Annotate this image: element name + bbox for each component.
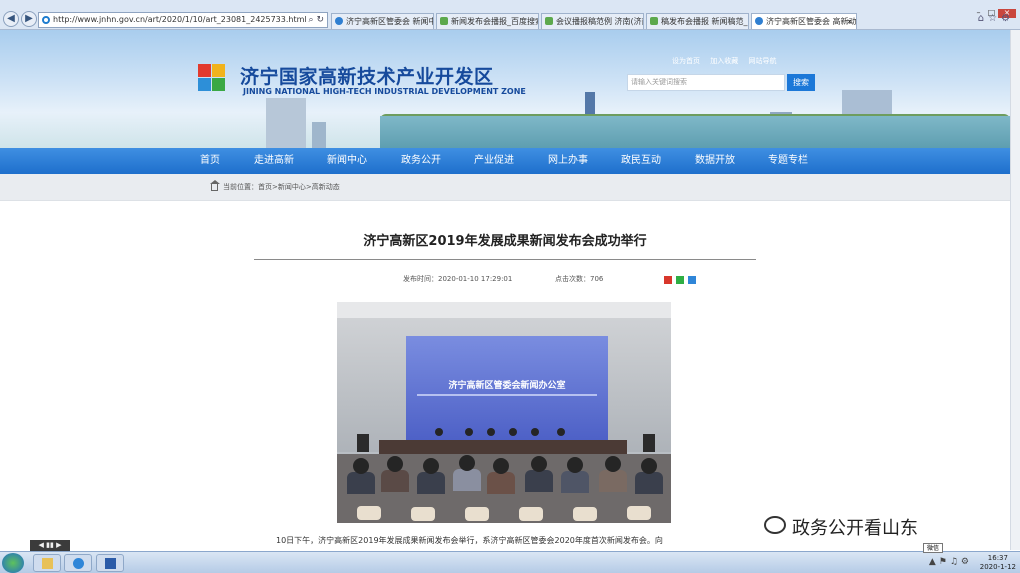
top-links: 设为首页 加入收藏 网站导航: [672, 56, 784, 66]
podium-desk: [379, 440, 627, 454]
skyline-building: [312, 122, 326, 148]
qzone-share-icon[interactable]: [688, 276, 696, 284]
star-icon[interactable]: ☆: [988, 13, 1001, 24]
add-favorite-link[interactable]: 加入收藏: [710, 57, 738, 65]
ie-icon: [73, 558, 84, 569]
set-homepage-link[interactable]: 设为首页: [672, 57, 700, 65]
wechat-share-icon[interactable]: [676, 276, 684, 284]
nav-item-industry[interactable]: 产业促进: [474, 148, 514, 174]
main-nav: 首页 走进高新 新闻中心 政务公开 产业促进 网上办事 政民互动 数据开放 专题…: [0, 148, 1010, 174]
site-map-link[interactable]: 网站导航: [748, 57, 776, 65]
title-divider: [254, 259, 756, 260]
search-button[interactable]: 搜索: [787, 74, 815, 91]
photo-screen-text: 济宁高新区管委会新闻办公室: [448, 381, 566, 391]
watermark-text: 政务公开看山东: [792, 518, 918, 539]
nav-item-data[interactable]: 数据开放: [695, 148, 735, 174]
site-title: 济宁国家高新技术产业开发区: [240, 66, 494, 88]
browser-tools: ⌂☆⚙: [978, 13, 1014, 24]
view-count: 点击次数：706: [555, 275, 604, 283]
tab-favicon-icon: [755, 17, 763, 25]
tab-label: 济宁高新区管委会 新闻中心: [346, 17, 433, 26]
breadcrumb: 当前位置：首页>新闻中心>高新动态: [0, 174, 1010, 201]
article-photo: 济宁高新区管委会新闻办公室: [337, 302, 671, 523]
clock-date: 2020-1-12: [979, 563, 1016, 571]
start-button[interactable]: [2, 553, 24, 573]
tray-icons[interactable]: ▲⚑♫⚙: [929, 557, 972, 567]
tab-label: 济宁高新区管委会 高新动...: [766, 17, 857, 26]
taskbar: ▲⚑♫⚙ 16:37 2020-1-12: [0, 551, 1020, 573]
word-icon: [105, 558, 116, 569]
address-bar[interactable]: http://www.jnhn.gov.cn/art/2020/1/10/art…: [38, 12, 328, 28]
back-button[interactable]: ◀: [3, 11, 19, 27]
publish-time: 发布时间：2020-01-10 17:29:01: [403, 275, 513, 283]
tab-favicon-icon: [650, 17, 658, 25]
desktop-window: ◀ ▶ http://www.jnhn.gov.cn/art/2020/1/10…: [0, 0, 1020, 573]
tab-close-icon[interactable]: ×: [846, 14, 853, 29]
browser-tab[interactable]: 会议播报稿范例 济南(济南)发布会...: [541, 13, 644, 29]
home-icon: [210, 180, 220, 191]
ie-icon: [42, 16, 50, 24]
home-icon[interactable]: ⌂: [978, 13, 988, 24]
tab-favicon-icon: [545, 17, 553, 25]
forward-button[interactable]: ▶: [21, 11, 37, 27]
page-scrollbar[interactable]: [1010, 30, 1020, 550]
address-text: http://www.jnhn.gov.cn/art/2020/1/10/art…: [53, 15, 307, 24]
taskbar-ie[interactable]: [64, 554, 92, 572]
article-title: 济宁高新区2019年发展成果新闻发布会成功举行: [363, 234, 647, 249]
site-title-en: JINING NATIONAL HIGH-TECH INDUSTRIAL DEV…: [243, 87, 526, 96]
skyline-building: [266, 98, 306, 148]
browser-tab[interactable]: 新闻发布会播报_百度搜索: [436, 13, 539, 29]
nav-item-services[interactable]: 网上办事: [548, 148, 588, 174]
nav-item-interaction[interactable]: 政民互动: [621, 148, 661, 174]
browser-chrome: ◀ ▶ http://www.jnhn.gov.cn/art/2020/1/10…: [0, 0, 1020, 30]
clock-time: 16:37: [987, 554, 1008, 562]
wechat-logo-icon: [764, 516, 786, 534]
taskbar-word[interactable]: [96, 554, 124, 572]
gear-icon[interactable]: ⚙: [1001, 13, 1014, 24]
tab-favicon-icon: [440, 17, 448, 25]
nav-item-topics[interactable]: 专题专栏: [768, 148, 808, 174]
lake-decoration: [380, 116, 1010, 148]
folder-icon: [42, 558, 53, 569]
browser-tab[interactable]: 济宁高新区管委会 新闻中心: [331, 13, 434, 29]
search-refresh-icon[interactable]: ⌕ ↻: [309, 13, 324, 27]
breadcrumb-text[interactable]: 当前位置：首页>新闻中心>高新动态: [223, 174, 340, 201]
tab-label: 会议播报稿范例 济南(济南)发布会...: [556, 17, 643, 26]
taskbar-explorer[interactable]: [33, 554, 61, 572]
tray-tooltip: 微信: [923, 543, 944, 553]
nav-item-news[interactable]: 新闻中心: [327, 148, 367, 174]
site-banner: 济宁国家高新技术产业开发区 JINING NATIONAL HIGH-TECH …: [0, 30, 1010, 148]
nav-item-gov[interactable]: 政务公开: [401, 148, 441, 174]
tab-label: 稿发布会播报 新闻稿范_百度搜索: [661, 17, 748, 26]
nav-item-about[interactable]: 走进高新: [254, 148, 294, 174]
window-controls: – □ ×: [972, 0, 1016, 18]
article-paragraph: 10日下午，济宁高新区2019年发展成果新闻发布会举行，系济宁高新区管委会202…: [276, 536, 663, 545]
media-controls[interactable]: ◀ ▮▮ ▶: [30, 540, 70, 551]
browser-tab-active[interactable]: 济宁高新区管委会 高新动... ×: [751, 13, 857, 29]
tab-label: 新闻发布会播报_百度搜索: [451, 17, 539, 26]
browser-tab[interactable]: 稿发布会播报 新闻稿范_百度搜索: [646, 13, 749, 29]
tab-favicon-icon: [335, 17, 343, 25]
nav-item-home[interactable]: 首页: [200, 148, 220, 174]
search-input[interactable]: 请输入关键词搜索: [627, 74, 785, 91]
weibo-share-icon[interactable]: [664, 276, 672, 284]
site-logo-icon: [198, 64, 228, 94]
tray-clock[interactable]: 16:37 2020-1-12: [980, 552, 1016, 573]
